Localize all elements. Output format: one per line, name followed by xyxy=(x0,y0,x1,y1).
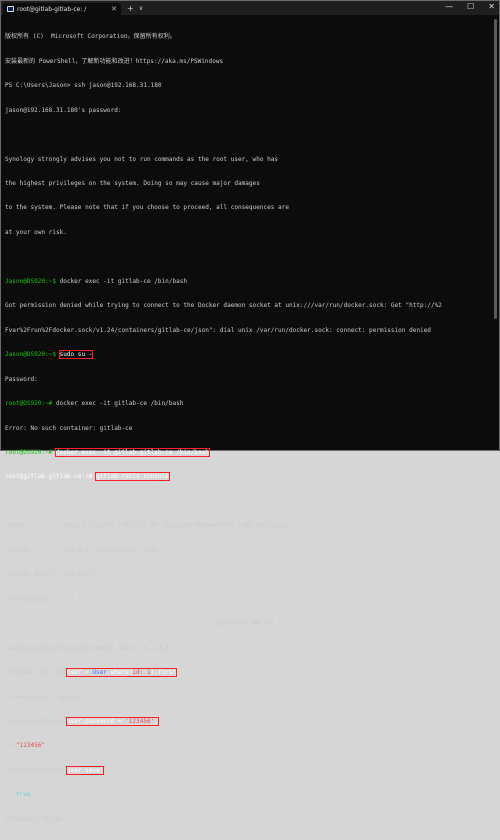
highlighted-command: docker exec -it gitlab-gitlab-ce /bin/ba… xyxy=(54,448,210,458)
terminal-line: to the system. Please note that if you c… xyxy=(5,204,289,212)
version-key: Ruby: xyxy=(5,522,27,530)
scrollbar-thumb[interactable] xyxy=(494,19,497,319)
irb-code: ; xyxy=(154,718,158,725)
maximize-button[interactable]: ☐ xyxy=(467,2,474,11)
terminal-line: 版权所有 (C) Microsoft Corporation。保留所有权利。 xyxy=(5,33,176,41)
version-key: PostgreSQL: xyxy=(5,595,49,603)
terminal-line: PS C:\Users\Jason> ssh jason@192.168.31.… xyxy=(5,82,162,90)
version-value: 14.7.2 (89599212ee6) FOSS xyxy=(66,546,158,554)
terminal-line: Jason@DS920:~$ sudo su - xyxy=(5,350,491,360)
new-tab-button[interactable]: + xyxy=(127,4,134,13)
close-button[interactable]: ✕ xyxy=(488,2,495,11)
terminal-output[interactable]: 版权所有 (C) Microsoft Corporation。保留所有权利。 安… xyxy=(5,17,491,823)
shell-prompt: root@DS920:~# xyxy=(5,400,53,408)
irb-line: irb(main):003:0> user.save! xyxy=(5,765,491,775)
separator-line: ----------------------------------------… xyxy=(5,620,282,628)
shell-command: docker exec -it gitlab-ce /bin/bash xyxy=(55,277,188,285)
irb-prompt: irb(main):001:0> xyxy=(5,669,64,677)
terminal-line: jason@192.168.31.180's password: xyxy=(5,106,122,114)
shell-prompt: Jason@DS920:~$ xyxy=(5,351,56,359)
irb-result: => #<User id:1 @root> xyxy=(5,693,82,701)
terminal-icon xyxy=(7,6,14,12)
version-key: GitLab: xyxy=(5,546,35,554)
terminal-line: Fvar%2Frun%2Fdocker.sock/v1.24/container… xyxy=(5,326,431,334)
terminal-line: the highest privileges on the system. Do… xyxy=(5,180,260,188)
terminal-tab[interactable]: root@gitlab-gitlab-ce: / ✕ xyxy=(3,3,121,15)
result-value: "123456" xyxy=(15,742,46,750)
shell-prompt: Jason@DS920:~$ xyxy=(5,277,56,285)
irb-code: user = xyxy=(66,669,93,677)
tab-close-icon[interactable]: ✕ xyxy=(111,5,117,13)
minimize-button[interactable]: — xyxy=(445,2,453,11)
version-row: GitLab: 14.7.2 (89599212ee6) FOSS xyxy=(5,547,491,555)
result-arrow: => xyxy=(5,791,16,799)
irb-result: => true xyxy=(5,791,491,799)
terminal-line: Got permission denied while trying to co… xyxy=(5,302,442,310)
irb-line: irb(main):004:0> xyxy=(5,816,491,824)
result-arrow: => xyxy=(5,742,16,750)
title-bar: root@gitlab-gitlab-ce: / ✕ + ∨ — ☐ ✕ xyxy=(1,1,499,15)
version-key: GitLab Shell: xyxy=(5,571,56,579)
version-value: 13.22.2 xyxy=(66,571,93,579)
separator-line: ----------------------------------------… xyxy=(5,497,297,505)
highlighted-command: user.save! xyxy=(65,765,105,775)
chevron-down-icon[interactable]: ∨ xyxy=(139,5,143,12)
terminal-window: root@gitlab-gitlab-ce: / ✕ + ∨ — ☐ ✕ 版权所… xyxy=(0,0,500,823)
irb-prompt: irb(main):003:0> xyxy=(5,766,64,774)
irb-line: irb(main):002:0> user.password = '123456… xyxy=(5,717,491,726)
shell-prompt: root@gitlab-gitlab-ce:/# xyxy=(5,473,93,481)
window-controls: — ☐ ✕ xyxy=(445,2,495,11)
terminal-line: root@gitlab-gitlab-ce:/# gitlab-rails co… xyxy=(5,472,491,482)
irb-constant: User xyxy=(92,669,107,677)
irb-code: ).first xyxy=(150,669,177,677)
irb-code: user.password = xyxy=(66,718,126,725)
irb-prompt: irb(main):004:0> xyxy=(5,815,64,823)
terminal-line: Synology strongly advises you not to run… xyxy=(5,155,279,163)
terminal-line: at your own risk. xyxy=(5,228,67,236)
shell-prompt: root@DS920:~# xyxy=(5,449,53,457)
version-value: ruby 2.7.5p203 (2021-11-24 revision f69a… xyxy=(63,522,289,530)
highlighted-command: sudo su - xyxy=(58,350,94,360)
shell-command: docker exec -it gitlab-ce /bin/bash xyxy=(52,400,184,408)
version-value: 12.7 xyxy=(66,595,82,603)
scrollbar[interactable] xyxy=(494,17,498,448)
tab-title: root@gitlab-gitlab-ce: / xyxy=(17,5,87,13)
irb-string: '123456' xyxy=(125,718,155,725)
terminal-line: root@DS920:~# docker exec -it gitlab-ce … xyxy=(5,400,491,408)
version-row: PostgreSQL: 12.7 xyxy=(5,596,491,604)
highlighted-command: user = User.where(id: 1).first xyxy=(65,668,178,678)
result-value: true xyxy=(15,791,31,799)
terminal-line: Loading production environment (Rails 6.… xyxy=(5,644,173,652)
highlighted-command: user.password = '123456'; xyxy=(65,717,159,726)
highlighted-command: gitlab-rails console xyxy=(95,472,170,482)
version-row: GitLab Shell: 13.22.2 xyxy=(5,571,491,579)
terminal-line: root@DS920:~# docker exec -it gitlab-git… xyxy=(5,448,491,458)
terminal-line: Jason@DS920:~$ docker exec -it gitlab-ce… xyxy=(5,278,491,286)
irb-line: irb(main):001:0> user = User.where(id: 1… xyxy=(5,668,491,678)
terminal-line: Password: xyxy=(5,375,38,383)
terminal-line: Error: No such container: gitlab-ce xyxy=(5,424,133,432)
irb-symbol: id: 1 xyxy=(132,669,151,677)
irb-result: => "123456" xyxy=(5,742,491,750)
irb-code: .where( xyxy=(106,669,133,677)
irb-prompt: irb(main):002:0> xyxy=(5,718,64,725)
terminal-line: 安装最新的 PowerShell，了解新功能和改进！https://aka.ms… xyxy=(5,57,224,65)
version-row: Ruby: ruby 2.7.5p203 (2021-11-24 revisio… xyxy=(5,522,491,530)
